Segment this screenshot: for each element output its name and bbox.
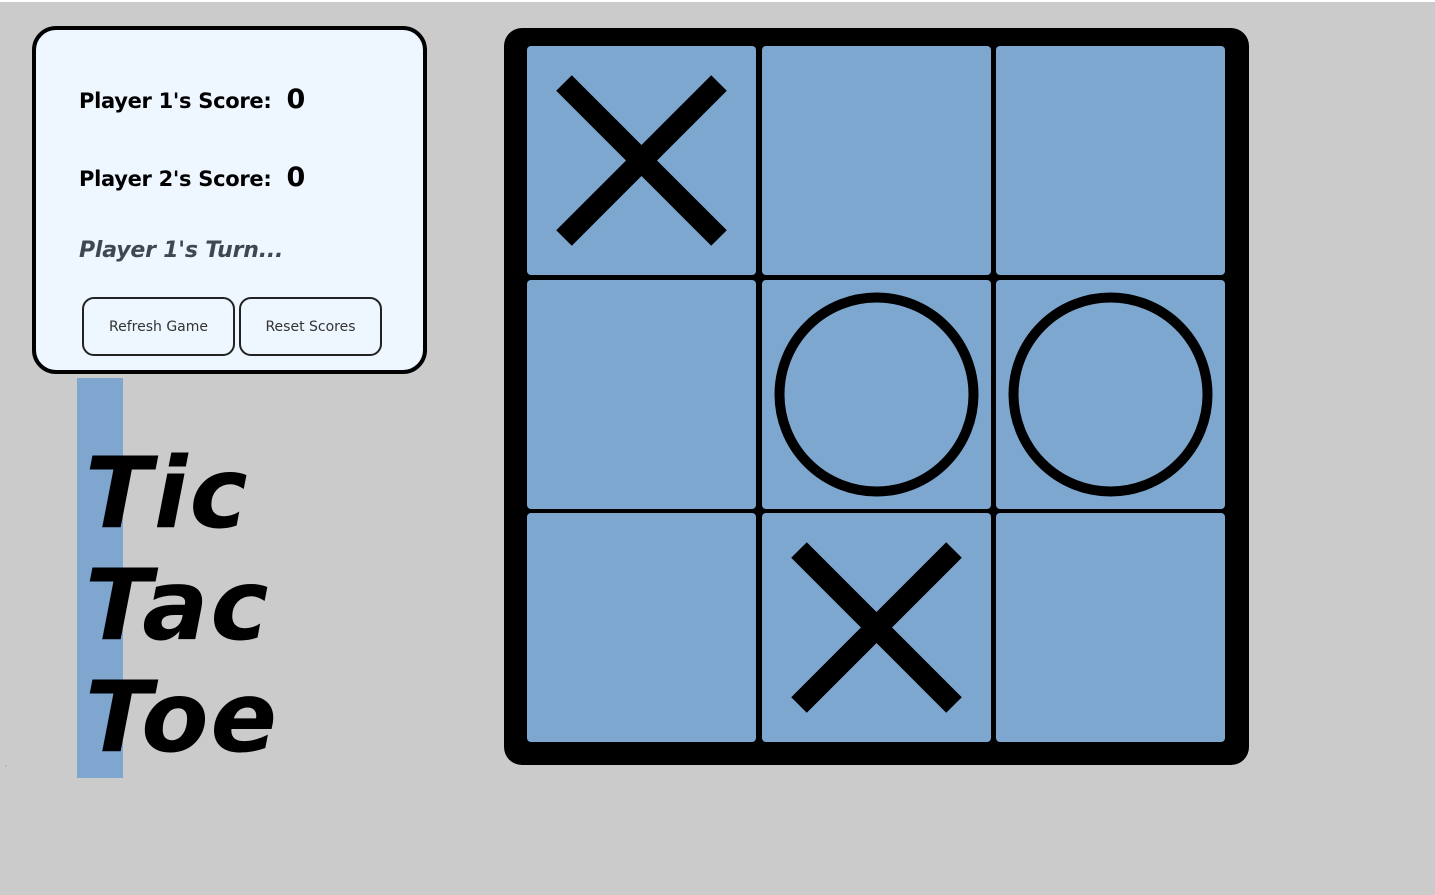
- title-line-toe: Toe: [85, 661, 280, 775]
- player1-score-value: 0: [286, 84, 306, 115]
- board-cell-8[interactable]: [762, 513, 991, 742]
- top-border: [0, 0, 1435, 2]
- board-cell-4[interactable]: [527, 280, 756, 509]
- refresh-game-button[interactable]: Refresh Game: [82, 297, 235, 356]
- title-line-tic: Tic: [85, 437, 250, 551]
- player2-score-value: 0: [286, 162, 306, 193]
- board-cell-3[interactable]: [996, 46, 1225, 275]
- board-cell-5[interactable]: [762, 280, 991, 509]
- player2-score-label: Player 2's Score:: [79, 167, 272, 191]
- title-line-tac: Tac: [85, 549, 271, 663]
- player2-score-row: Player 2's Score: 0: [79, 162, 305, 193]
- score-panel: Player 1's Score: 0 Player 2's Score: 0 …: [32, 26, 427, 374]
- game-title: Tic Tac Toe: [85, 438, 279, 774]
- turn-indicator: Player 1's Turn...: [79, 238, 284, 263]
- o-mark-icon: [1008, 292, 1213, 497]
- game-board: [504, 28, 1249, 765]
- board-cell-6[interactable]: [996, 280, 1225, 509]
- board-cell-7[interactable]: [527, 513, 756, 742]
- x-mark-icon: [556, 75, 727, 246]
- x-mark-icon: [791, 542, 962, 713]
- player1-score-row: Player 1's Score: 0: [79, 84, 305, 115]
- board-cell-2[interactable]: [762, 46, 991, 275]
- reset-scores-button[interactable]: Reset Scores: [239, 297, 382, 356]
- player1-score-label: Player 1's Score:: [79, 89, 272, 113]
- board-cell-1[interactable]: [527, 46, 756, 275]
- stray-dot: [5, 765, 7, 767]
- board-cell-9[interactable]: [996, 513, 1225, 742]
- o-mark-icon: [774, 292, 979, 497]
